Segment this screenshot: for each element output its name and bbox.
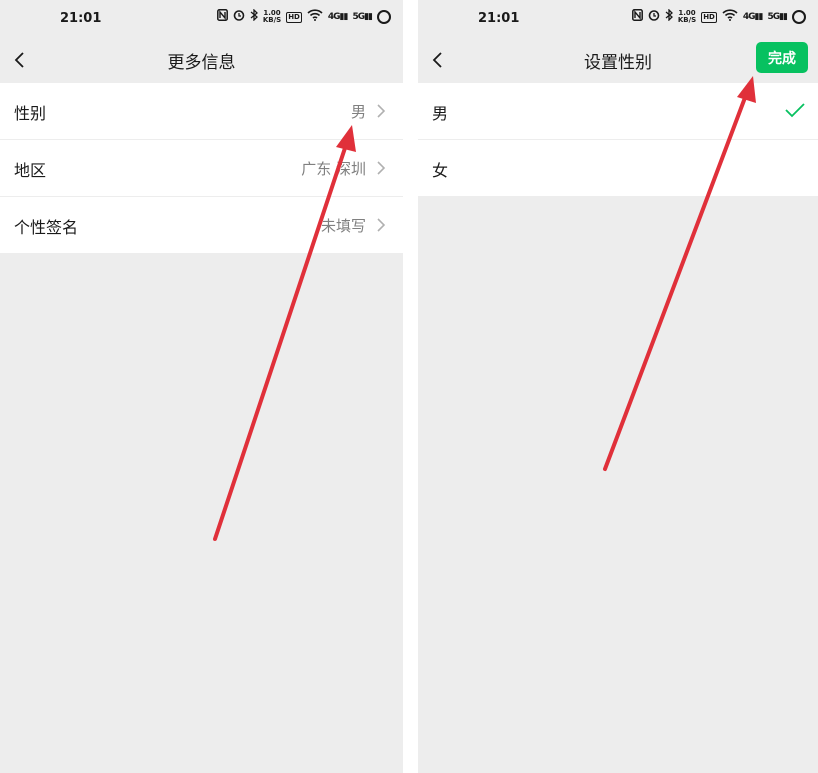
- battery-ring-icon: [792, 10, 806, 24]
- option-label: 男: [432, 104, 449, 123]
- battery-ring-icon: [377, 10, 391, 24]
- hd-badge: HD: [701, 11, 717, 23]
- status-bar: 21:01 1.00 KB/S HD 4G▮▮ 5G▮▮: [0, 0, 403, 38]
- done-button[interactable]: 完成: [756, 42, 808, 73]
- alarm-icon: [233, 9, 245, 25]
- row-value: 未填写: [320, 217, 366, 235]
- set-gender-screen: 21:01 1.00 KB/S HD 4G▮▮ 5G▮▮ 设置性别 完成 男 女: [418, 0, 818, 773]
- more-info-screen: 21:01 1.00 KB/S HD 4G▮▮ 5G▮▮ 更多信息 性别 男 地…: [0, 0, 403, 773]
- row-value: 广东 深圳: [301, 160, 366, 178]
- screen-divider: [403, 0, 418, 773]
- row-label: 地区: [14, 161, 47, 180]
- list-item-gender[interactable]: 性别 男: [0, 83, 403, 140]
- option-female[interactable]: 女: [418, 140, 818, 196]
- wifi-icon: [307, 9, 323, 25]
- option-label: 女: [432, 161, 449, 180]
- network-speed: 1.00 KB/S: [677, 9, 697, 24]
- bluetooth-icon: [250, 8, 258, 25]
- list-item-region[interactable]: 地区 广东 深圳: [0, 140, 403, 197]
- checkmark-icon: [784, 101, 806, 119]
- chevron-right-icon: [376, 103, 386, 119]
- info-list: 性别 男 地区 广东 深圳 个性签名 未填写: [0, 83, 403, 253]
- signal-icon-2: 5G▮▮: [767, 12, 788, 22]
- row-label: 个性签名: [14, 218, 79, 237]
- network-speed: 1.00 KB/S: [262, 9, 282, 24]
- option-male[interactable]: 男: [418, 83, 818, 140]
- chevron-right-icon: [376, 160, 386, 176]
- nav-bar: 设置性别 完成: [418, 38, 818, 82]
- page-title: 更多信息: [167, 53, 236, 73]
- nfc-icon: [216, 9, 228, 25]
- row-label: 性别: [14, 104, 47, 123]
- hd-badge: HD: [286, 11, 302, 23]
- signal-icon-1: 4G▮▮: [327, 12, 349, 22]
- gender-options: 男 女: [418, 83, 818, 196]
- list-item-signature[interactable]: 个性签名 未填写: [0, 197, 403, 253]
- status-icons: 1.00 KB/S HD 4G▮▮ 5G▮▮: [631, 8, 806, 25]
- alarm-icon: [648, 9, 660, 25]
- bluetooth-icon: [665, 8, 673, 25]
- nav-bar: 更多信息: [0, 38, 403, 82]
- status-bar: 21:01 1.00 KB/S HD 4G▮▮ 5G▮▮: [418, 0, 818, 38]
- wifi-icon: [722, 9, 738, 25]
- status-time: 21:01: [478, 11, 520, 26]
- chevron-right-icon: [376, 217, 386, 233]
- signal-icon-1: 4G▮▮: [742, 12, 764, 22]
- status-icons: 1.00 KB/S HD 4G▮▮ 5G▮▮: [216, 8, 391, 25]
- status-time: 21:01: [60, 11, 102, 26]
- row-value: 男: [350, 103, 366, 121]
- nfc-icon: [631, 9, 643, 25]
- signal-icon-2: 5G▮▮: [352, 12, 373, 22]
